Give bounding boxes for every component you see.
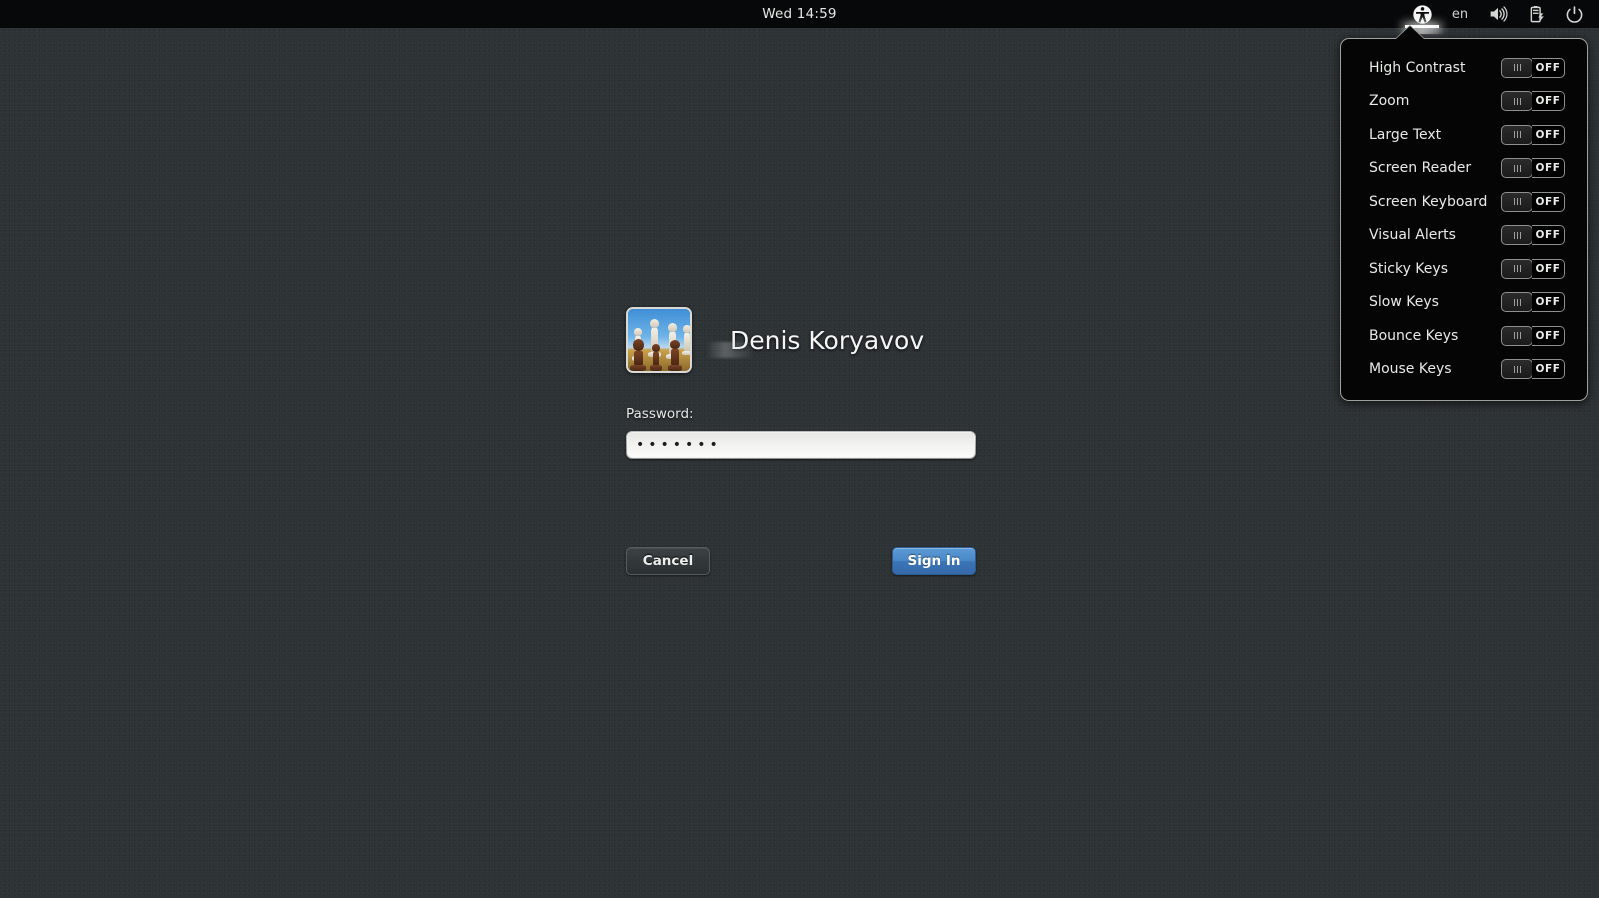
power-menu-button[interactable] — [1555, 0, 1593, 28]
toggle-handle-icon — [1501, 292, 1533, 313]
popup-arrow-icon — [1396, 26, 1424, 39]
accessibility-menu-button[interactable] — [1399, 0, 1445, 34]
toggle-state-label: OFF — [1532, 124, 1565, 145]
a11y-row-bounce-keys[interactable]: Bounce Keys OFF — [1341, 319, 1587, 353]
toggle-handle-icon — [1501, 191, 1533, 212]
toggle-state-label: OFF — [1532, 292, 1565, 313]
sign-in-button[interactable]: Sign In — [892, 547, 976, 575]
user-row[interactable]: Denis Koryavov — [626, 306, 976, 374]
a11y-toggle[interactable]: OFF — [1501, 258, 1565, 279]
keyboard-layout-label: en — [1451, 6, 1469, 22]
password-label: Password: — [626, 406, 694, 422]
toggle-handle-icon — [1501, 124, 1533, 145]
a11y-toggle[interactable]: OFF — [1501, 191, 1565, 212]
button-row: Cancel Sign In — [626, 547, 976, 575]
avatar[interactable] — [626, 307, 692, 373]
battery-menu-button[interactable] — [1517, 0, 1555, 28]
a11y-label: High Contrast — [1369, 59, 1466, 76]
toggle-handle-icon — [1501, 359, 1533, 380]
volume-menu-button[interactable] — [1479, 0, 1517, 28]
accessibility-menu: High Contrast OFF Zoom OFF Large Text OFF Scre… — [1340, 38, 1588, 401]
toggle-state-label: OFF — [1532, 91, 1565, 112]
a11y-label: Sticky Keys — [1369, 260, 1448, 277]
a11y-toggle[interactable]: OFF — [1501, 57, 1565, 78]
a11y-toggle[interactable]: OFF — [1501, 325, 1565, 346]
a11y-row-large-text[interactable]: Large Text OFF — [1341, 118, 1587, 152]
a11y-toggle[interactable]: OFF — [1501, 292, 1565, 313]
toggle-state-label: OFF — [1532, 57, 1565, 78]
a11y-label: Mouse Keys — [1369, 361, 1452, 378]
a11y-label: Bounce Keys — [1369, 327, 1459, 344]
toggle-state-label: OFF — [1532, 359, 1565, 380]
a11y-row-screen-keyboard[interactable]: Screen Keyboard OFF — [1341, 185, 1587, 219]
toggle-handle-icon — [1501, 57, 1533, 78]
login-screen: Wed 14:59 en Denis Koryavov Password: ••… — [0, 0, 1599, 898]
battery-icon — [1530, 5, 1544, 22]
toggle-handle-icon — [1501, 325, 1533, 346]
a11y-toggle[interactable]: OFF — [1501, 91, 1565, 112]
a11y-label: Screen Keyboard — [1369, 193, 1488, 210]
a11y-row-mouse-keys[interactable]: Mouse Keys OFF — [1341, 353, 1587, 387]
a11y-label: Large Text — [1369, 126, 1442, 143]
a11y-toggle[interactable]: OFF — [1501, 225, 1565, 246]
volume-icon — [1490, 6, 1508, 22]
toggle-handle-icon — [1501, 258, 1533, 279]
keyboard-layout-button[interactable]: en — [1441, 0, 1479, 28]
cancel-button[interactable]: Cancel — [626, 547, 710, 575]
a11y-row-screen-reader[interactable]: Screen Reader OFF — [1341, 152, 1587, 186]
toggle-state-label: OFF — [1532, 191, 1565, 212]
a11y-row-visual-alerts[interactable]: Visual Alerts OFF — [1341, 219, 1587, 253]
toggle-state-label: OFF — [1532, 225, 1565, 246]
login-form: Denis Koryavov Password: ••••••• Cancel … — [626, 306, 976, 575]
a11y-toggle[interactable]: OFF — [1501, 158, 1565, 179]
a11y-row-zoom[interactable]: Zoom OFF — [1341, 85, 1587, 119]
toggle-handle-icon — [1501, 225, 1533, 246]
toggle-handle-icon — [1501, 158, 1533, 179]
clock[interactable]: Wed 14:59 — [0, 6, 1599, 22]
a11y-row-slow-keys[interactable]: Slow Keys OFF — [1341, 286, 1587, 320]
toggle-state-label: OFF — [1532, 258, 1565, 279]
password-input-wrapper[interactable]: ••••••• — [626, 431, 976, 459]
toggle-state-label: OFF — [1532, 325, 1565, 346]
a11y-label: Slow Keys — [1369, 294, 1439, 311]
accessibility-list: High Contrast OFF Zoom OFF Large Text OFF Scre… — [1341, 51, 1587, 386]
username-label: Denis Koryavov — [730, 325, 925, 355]
a11y-label: Visual Alerts — [1369, 227, 1456, 244]
a11y-label: Zoom — [1369, 93, 1410, 110]
a11y-row-high-contrast[interactable]: High Contrast OFF — [1341, 51, 1587, 85]
system-tray: en — [1399, 0, 1593, 34]
a11y-row-sticky-keys[interactable]: Sticky Keys OFF — [1341, 252, 1587, 286]
toggle-handle-icon — [1501, 91, 1533, 112]
password-input[interactable]: ••••••• — [627, 432, 975, 458]
a11y-label: Screen Reader — [1369, 160, 1472, 177]
a11y-toggle[interactable]: OFF — [1501, 359, 1565, 380]
power-icon — [1566, 5, 1582, 23]
accessibility-icon — [1412, 4, 1432, 24]
top-panel: Wed 14:59 en — [0, 0, 1599, 34]
toggle-state-label: OFF — [1532, 158, 1565, 179]
a11y-toggle[interactable]: OFF — [1501, 124, 1565, 145]
